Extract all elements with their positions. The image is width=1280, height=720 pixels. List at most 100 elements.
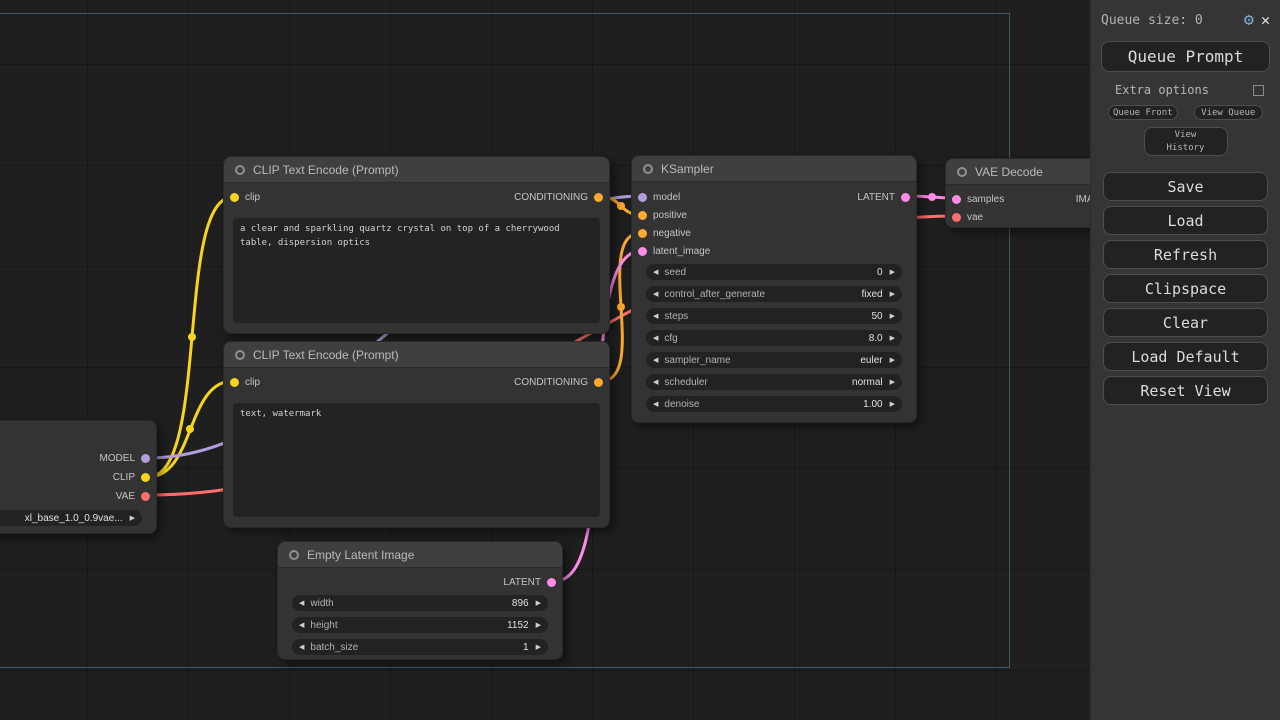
widget-next-icon[interactable]: ▶ bbox=[536, 622, 541, 629]
samples-input-slot[interactable] bbox=[952, 195, 961, 204]
negative-input-label: negative bbox=[653, 228, 691, 239]
settings-gear-icon[interactable]: ⚙ bbox=[1244, 10, 1254, 30]
node-title-bar[interactable]: CLIP Text Encode (Prompt) bbox=[224, 157, 609, 183]
collapse-dot-icon[interactable] bbox=[289, 550, 299, 560]
widget-prev-icon[interactable]: ◀ bbox=[653, 269, 658, 276]
vae-input-slot[interactable] bbox=[952, 213, 961, 222]
batch-size-widget[interactable]: ◀ batch_size 1 ▶ bbox=[292, 639, 548, 655]
widget-prev-icon[interactable]: ◀ bbox=[299, 622, 304, 629]
widget-prev-icon[interactable]: ◀ bbox=[653, 357, 658, 364]
widget-name: seed bbox=[664, 267, 686, 278]
latent-output-slot[interactable] bbox=[901, 193, 910, 202]
save-button[interactable]: Save bbox=[1103, 172, 1268, 201]
clip-input-slot[interactable] bbox=[230, 378, 239, 387]
vae-output-slot[interactable] bbox=[141, 492, 150, 501]
load-default-button[interactable]: Load Default bbox=[1103, 342, 1268, 371]
node-graph-canvas[interactable]: MODEL CLIP VAE xl_base_1.0_0.9vae... ▶ C… bbox=[0, 0, 1090, 720]
clipspace-button[interactable]: Clipspace bbox=[1103, 274, 1268, 303]
control-after-generate-widget[interactable]: ◀ control_after_generate fixed ▶ bbox=[646, 286, 902, 302]
widget-prev-icon[interactable]: ◀ bbox=[653, 313, 658, 320]
link-midpoint-dot bbox=[186, 425, 194, 433]
vaedecode-samples-row: samples IMAGE bbox=[946, 190, 1090, 208]
prompt-textarea[interactable]: text, watermark bbox=[233, 403, 600, 517]
node-title-bar[interactable]: Empty Latent Image bbox=[278, 542, 562, 568]
node-title-bar[interactable]: KSampler bbox=[632, 156, 916, 182]
refresh-button[interactable]: Refresh bbox=[1103, 240, 1268, 269]
widget-next-icon[interactable]: ▶ bbox=[890, 401, 895, 408]
widget-name: batch_size bbox=[310, 642, 358, 653]
vae-input-label: vae bbox=[967, 212, 983, 223]
node-vae-decode[interactable]: VAE Decode samples IMAGE vae bbox=[945, 158, 1090, 228]
widget-prev-icon[interactable]: ◀ bbox=[653, 401, 658, 408]
widget-next-icon[interactable]: ▶ bbox=[536, 600, 541, 607]
clip-input-slot[interactable] bbox=[230, 193, 239, 202]
latent-image-input-label: latent_image bbox=[653, 246, 710, 257]
widget-next-icon[interactable]: ▶ bbox=[890, 269, 895, 276]
widget-next-icon[interactable]: ▶ bbox=[890, 357, 895, 364]
height-widget[interactable]: ◀ height 1152 ▶ bbox=[292, 617, 548, 633]
seed-widget[interactable]: ◀ seed 0 ▶ bbox=[646, 264, 902, 280]
node-title-bar[interactable]: VAE Decode bbox=[946, 159, 1090, 185]
widget-value: euler bbox=[860, 355, 882, 366]
load-button[interactable]: Load bbox=[1103, 206, 1268, 235]
widget-prev-icon[interactable]: ◀ bbox=[653, 379, 658, 386]
widget-name: denoise bbox=[664, 399, 699, 410]
negative-input-slot[interactable] bbox=[638, 229, 647, 238]
node-title: KSampler bbox=[661, 162, 714, 176]
widget-value: 1152 bbox=[507, 620, 529, 631]
widget-prev-icon[interactable]: ◀ bbox=[653, 291, 658, 298]
widget-next-icon[interactable]: ▶ bbox=[890, 291, 895, 298]
view-queue-button[interactable]: View Queue bbox=[1194, 105, 1264, 120]
queue-prompt-button[interactable]: Queue Prompt bbox=[1101, 41, 1270, 72]
widget-value: 1.00 bbox=[863, 399, 882, 410]
denoise-widget[interactable]: ◀ denoise 1.00 ▶ bbox=[646, 396, 902, 412]
clear-button[interactable]: Clear bbox=[1103, 308, 1268, 337]
steps-widget[interactable]: ◀ steps 50 ▶ bbox=[646, 308, 902, 324]
link-midpoint-dot bbox=[188, 333, 196, 341]
latent-image-input-slot[interactable] bbox=[638, 247, 647, 256]
prompt-textarea[interactable]: a clear and sparkling quartz crystal on … bbox=[233, 218, 600, 323]
latent-output-slot[interactable] bbox=[547, 578, 556, 587]
latent-output-label: LATENT bbox=[503, 577, 541, 588]
collapse-dot-icon[interactable] bbox=[235, 165, 245, 175]
conditioning-output-slot[interactable] bbox=[594, 193, 603, 202]
close-icon[interactable]: ✕ bbox=[1261, 11, 1270, 29]
conditioning-output-slot[interactable] bbox=[594, 378, 603, 387]
vaedecode-vae-row: vae bbox=[946, 208, 1090, 226]
widget-prev-icon[interactable]: ◀ bbox=[299, 644, 304, 651]
widget-next-icon[interactable]: ▶ bbox=[890, 335, 895, 342]
scheduler-widget[interactable]: ◀ scheduler normal ▶ bbox=[646, 374, 902, 390]
sampler-name-widget[interactable]: ◀ sampler_name euler ▶ bbox=[646, 352, 902, 368]
view-history-button[interactable]: View History bbox=[1144, 127, 1228, 156]
extra-options-checkbox[interactable] bbox=[1253, 85, 1264, 96]
reset-view-button[interactable]: Reset View bbox=[1103, 376, 1268, 405]
node-ksampler[interactable]: KSampler model LATENT positive negative … bbox=[631, 155, 917, 423]
widget-next-icon[interactable]: ▶ bbox=[890, 313, 895, 320]
collapse-dot-icon[interactable] bbox=[235, 350, 245, 360]
widget-prev-icon[interactable]: ◀ bbox=[299, 600, 304, 607]
widget-prev-icon[interactable]: ◀ bbox=[653, 335, 658, 342]
node-title-bar[interactable]: CLIP Text Encode (Prompt) bbox=[224, 342, 609, 368]
widget-next-icon[interactable]: ▶ bbox=[130, 515, 135, 522]
widget-name: height bbox=[310, 620, 337, 631]
collapse-dot-icon[interactable] bbox=[643, 164, 653, 174]
samples-input-label: samples bbox=[967, 194, 1004, 205]
queue-front-button[interactable]: Queue Front bbox=[1108, 105, 1178, 120]
widget-next-icon[interactable]: ▶ bbox=[890, 379, 895, 386]
cfg-widget[interactable]: ◀ cfg 8.0 ▶ bbox=[646, 330, 902, 346]
collapse-dot-icon[interactable] bbox=[957, 167, 967, 177]
ckpt-name-value: xl_base_1.0_0.9vae... bbox=[25, 513, 123, 524]
ckpt-name-widget[interactable]: xl_base_1.0_0.9vae... ▶ bbox=[0, 510, 142, 526]
ksampler-negative-row: negative bbox=[632, 224, 916, 242]
width-widget[interactable]: ◀ width 896 ▶ bbox=[292, 595, 548, 611]
node-load-checkpoint[interactable]: MODEL CLIP VAE xl_base_1.0_0.9vae... ▶ bbox=[0, 420, 157, 534]
widget-value: 8.0 bbox=[869, 333, 883, 344]
model-input-slot[interactable] bbox=[638, 193, 647, 202]
clip-output-slot[interactable] bbox=[141, 473, 150, 482]
model-output-slot[interactable] bbox=[141, 454, 150, 463]
node-clip-text-encode-positive[interactable]: CLIP Text Encode (Prompt) clip CONDITION… bbox=[223, 156, 610, 334]
positive-input-slot[interactable] bbox=[638, 211, 647, 220]
node-empty-latent-image[interactable]: Empty Latent Image LATENT ◀ width 896 ▶ … bbox=[277, 541, 563, 660]
node-clip-text-encode-negative[interactable]: CLIP Text Encode (Prompt) clip CONDITION… bbox=[223, 341, 610, 528]
widget-next-icon[interactable]: ▶ bbox=[536, 644, 541, 651]
